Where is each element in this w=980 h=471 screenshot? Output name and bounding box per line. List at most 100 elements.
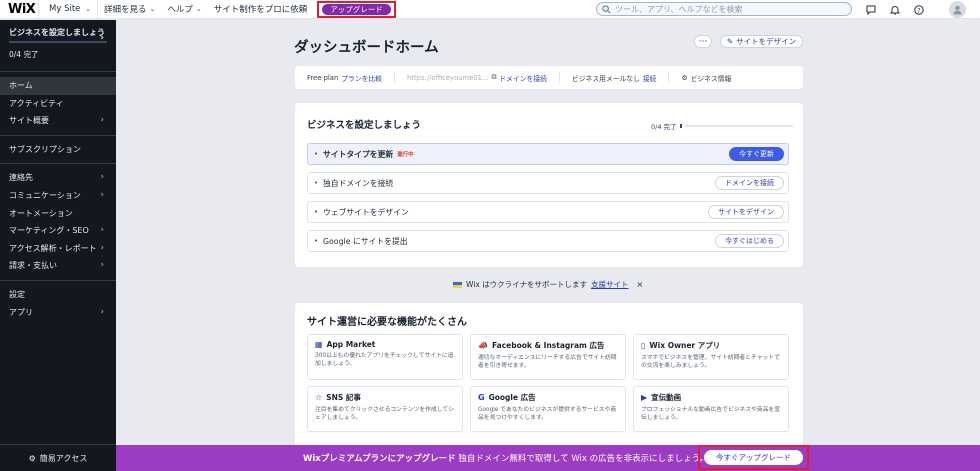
divider bbox=[0, 279, 116, 281]
gear-icon: ⚙ bbox=[681, 73, 688, 82]
sidebar-item-label: 請求・支払い bbox=[9, 261, 57, 271]
svg-text:?: ? bbox=[917, 6, 920, 14]
task-action-button[interactable]: ドメインを接続 bbox=[715, 176, 784, 190]
task-action-button[interactable]: サイトをデザイン bbox=[708, 205, 784, 219]
site-name: My Site bbox=[49, 4, 81, 14]
ukraine-flag-icon bbox=[453, 281, 462, 288]
feature-tile[interactable]: ☆ SNS 記事 注目を集めてクリックさせるコンテンツを作成してシェアしましょう。 bbox=[307, 386, 463, 432]
design-site-button[interactable]: ✎ サイトをデザイン bbox=[720, 35, 803, 48]
sidebar-setup-title[interactable]: ビジネスを設定しましょう › bbox=[0, 20, 116, 43]
connect-email-link[interactable]: 接続 bbox=[643, 73, 657, 83]
divider bbox=[0, 134, 116, 136]
feature-tile[interactable]: ▯ Wix Owner アプリ スマホでビジネスを管理、サイト訪問者とチャットでの交… bbox=[633, 334, 789, 380]
help-icon[interactable]: ? bbox=[907, 4, 931, 15]
setup-task[interactable]: • 独自ドメインを接続 ドメインを接続 bbox=[307, 172, 789, 194]
quick-access-button[interactable]: ⚙ 簡易アクセス bbox=[0, 444, 116, 471]
avatar[interactable] bbox=[949, 1, 966, 18]
sidebar-item[interactable]: 連絡先 › bbox=[0, 169, 116, 187]
features-title: サイト運営に必要な機能がたくさん bbox=[307, 317, 467, 328]
menu-help[interactable]: ヘルプ ⌄ bbox=[161, 3, 207, 15]
task-action-button[interactable]: 今すぐはじめる bbox=[715, 234, 784, 248]
feature-tile[interactable]: G Google 広告 Google であなたのビジネスが提供するサービスや商品を見… bbox=[470, 386, 626, 432]
sidebar-item[interactable]: アクセス解析・レポート › bbox=[0, 240, 116, 258]
connect-domain-link[interactable]: ドメインを接続 bbox=[499, 73, 547, 83]
menu-hire-pro[interactable]: サイト制作をプロに依頼 bbox=[208, 3, 314, 15]
bullet-icon: • bbox=[314, 208, 319, 216]
upgrade-button[interactable]: アップグレード bbox=[322, 3, 391, 15]
setup-card: ビジネスを設定しましょう 0/4 完了 • サイトタイプを更新 進行中 今すぐ更新 • 独… bbox=[295, 103, 803, 267]
upgrade-now-highlight: 今すぐアップグレード bbox=[698, 445, 809, 470]
sidebar-item[interactable]: ホーム bbox=[0, 77, 116, 95]
upgrade-highlight: アップグレード bbox=[317, 0, 396, 18]
sidebar-item[interactable]: サイト概要 › bbox=[0, 112, 116, 130]
setup-progress-bar bbox=[684, 125, 793, 127]
feature-tile[interactable]: ▦ App Market 300以上もの優れたアプリをチェックしてサイトに追加しまし… bbox=[307, 334, 463, 380]
site-url[interactable]: https://officeyoume01... bbox=[407, 74, 488, 82]
sidebar-item[interactable]: アプリ › bbox=[0, 304, 116, 322]
task-action-button[interactable]: 今すぐ更新 bbox=[729, 147, 784, 161]
sidebar-item[interactable]: 請求・支払い › bbox=[0, 257, 116, 275]
upgrade-banner: Wixプレミアムプランにアップグレード 独自ドメイン無料で取得して Wix の広… bbox=[116, 445, 980, 471]
search-placeholder: ツール、アプリ、ヘルプなどを検索 bbox=[615, 4, 743, 14]
sidebar-progress-text: 0/4 完了 bbox=[9, 50, 39, 59]
feature-title: Facebook & Instagram 広告 bbox=[491, 341, 605, 350]
chevron-right-icon: › bbox=[100, 306, 104, 317]
menu-label: 詳細を見る bbox=[104, 5, 147, 15]
setup-task[interactable]: • ウェブサイトをデザイン サイトをデザイン bbox=[307, 201, 789, 223]
sidebar-item-label: 連絡先 bbox=[9, 173, 33, 183]
site-selector[interactable]: My Site ⌄ bbox=[39, 4, 97, 14]
quick-access-icon: ⚙ bbox=[28, 453, 36, 463]
banner-text: Wixプレミアムプランにアップグレード 独自ドメイン無料で取得して Wix の広… bbox=[303, 452, 708, 464]
sidebar-item-label: アクティビティ bbox=[9, 98, 64, 108]
sidebar-item-label: マーケティング・SEO bbox=[9, 226, 89, 236]
feature-tile[interactable]: ▶ 宣伝動画 プロフェッショナルな動画広告でビジネスや商品を宣伝しましょう。 bbox=[633, 386, 789, 432]
compare-plans-link[interactable]: プランを比較 bbox=[341, 73, 382, 83]
sidebar-item-label: 設定 bbox=[9, 289, 25, 299]
bell-icon[interactable] bbox=[883, 5, 907, 15]
divider bbox=[0, 163, 116, 165]
search-input[interactable]: ツール、アプリ、ヘルプなどを検索 bbox=[596, 2, 852, 16]
bullet-icon: • bbox=[314, 150, 319, 158]
setup-task[interactable]: • サイトタイプを更新 進行中 今すぐ更新 bbox=[307, 143, 789, 165]
sidebar-item[interactable]: マーケティング・SEO › bbox=[0, 222, 116, 240]
sidebar: ビジネスを設定しましょう › 0/4 完了 ホーム アクティビティ サイト概要 › サブ… bbox=[0, 20, 116, 471]
setup-progress-text: 0/4 完了 bbox=[651, 123, 677, 131]
support-site-link[interactable]: 支援サイト bbox=[591, 279, 629, 290]
upgrade-now-button[interactable]: 今すぐアップグレード bbox=[704, 450, 803, 465]
chevron-right-icon: › bbox=[100, 260, 104, 271]
app-market-icon: ▦ bbox=[315, 340, 323, 349]
business-info-label: ビジネス情報 bbox=[690, 74, 732, 83]
design-site-label: サイトをデザイン bbox=[736, 37, 797, 46]
progress-dot bbox=[679, 124, 682, 128]
external-link-icon[interactable]: ⧉ bbox=[491, 73, 496, 82]
feature-title: 宣伝動画 bbox=[651, 393, 682, 402]
chevron-right-icon: › bbox=[100, 225, 104, 236]
business-info-link[interactable]: ⚙ ビジネス情報 bbox=[669, 73, 743, 83]
close-icon[interactable]: × bbox=[637, 280, 644, 289]
sidebar-item-label: サイト概要 bbox=[9, 116, 49, 126]
sidebar-item-label: アプリ bbox=[9, 307, 33, 317]
task-label: Google にサイトを提出 bbox=[323, 236, 408, 246]
more-options-button[interactable]: ··· bbox=[694, 35, 712, 48]
feature-title: Wix Owner アプリ bbox=[649, 341, 721, 350]
sidebar-item[interactable]: サブスクリプション bbox=[0, 141, 116, 159]
sidebar-item[interactable]: コミュニケーション › bbox=[0, 187, 116, 205]
sidebar-item[interactable]: アクティビティ bbox=[0, 95, 116, 113]
feature-description: プロフェッショナルな動画広告でビジネスや商品を宣伝しましょう。 bbox=[641, 407, 781, 421]
feature-tile[interactable]: 📣 Facebook & Instagram 広告 適切なオーディエンスにリーチする… bbox=[470, 334, 626, 380]
wix-logo[interactable]: WiX bbox=[0, 2, 38, 17]
top-bar: WiX My Site ⌄ 詳細を見る ⌄ ヘルプ ⌄ サイト制作をプロに依頼 … bbox=[0, 0, 980, 19]
task-label: ウェブサイトをデザイン bbox=[323, 207, 409, 217]
sidebar-item-label: コミュニケーション bbox=[9, 190, 81, 200]
chevron-down-icon: ⌄ bbox=[149, 5, 156, 13]
feature-description: Google であなたのビジネスが提供するサービスや商品を見つけやすくします。 bbox=[478, 407, 617, 421]
plan-bar: Free plan プランを比較 https://officeyoume01..… bbox=[295, 66, 803, 89]
bullet-icon: • bbox=[314, 237, 319, 245]
chat-icon[interactable] bbox=[859, 5, 883, 15]
search-icon bbox=[602, 4, 611, 13]
sidebar-item[interactable]: 設定 bbox=[0, 286, 116, 304]
menu-learn-more[interactable]: 詳細を見る ⌄ bbox=[98, 3, 161, 15]
sidebar-item[interactable]: オートメーション bbox=[0, 205, 116, 223]
feature-title: SNS 記事 bbox=[326, 393, 361, 402]
setup-task[interactable]: • Google にサイトを提出 今すぐはじめる bbox=[307, 230, 789, 252]
